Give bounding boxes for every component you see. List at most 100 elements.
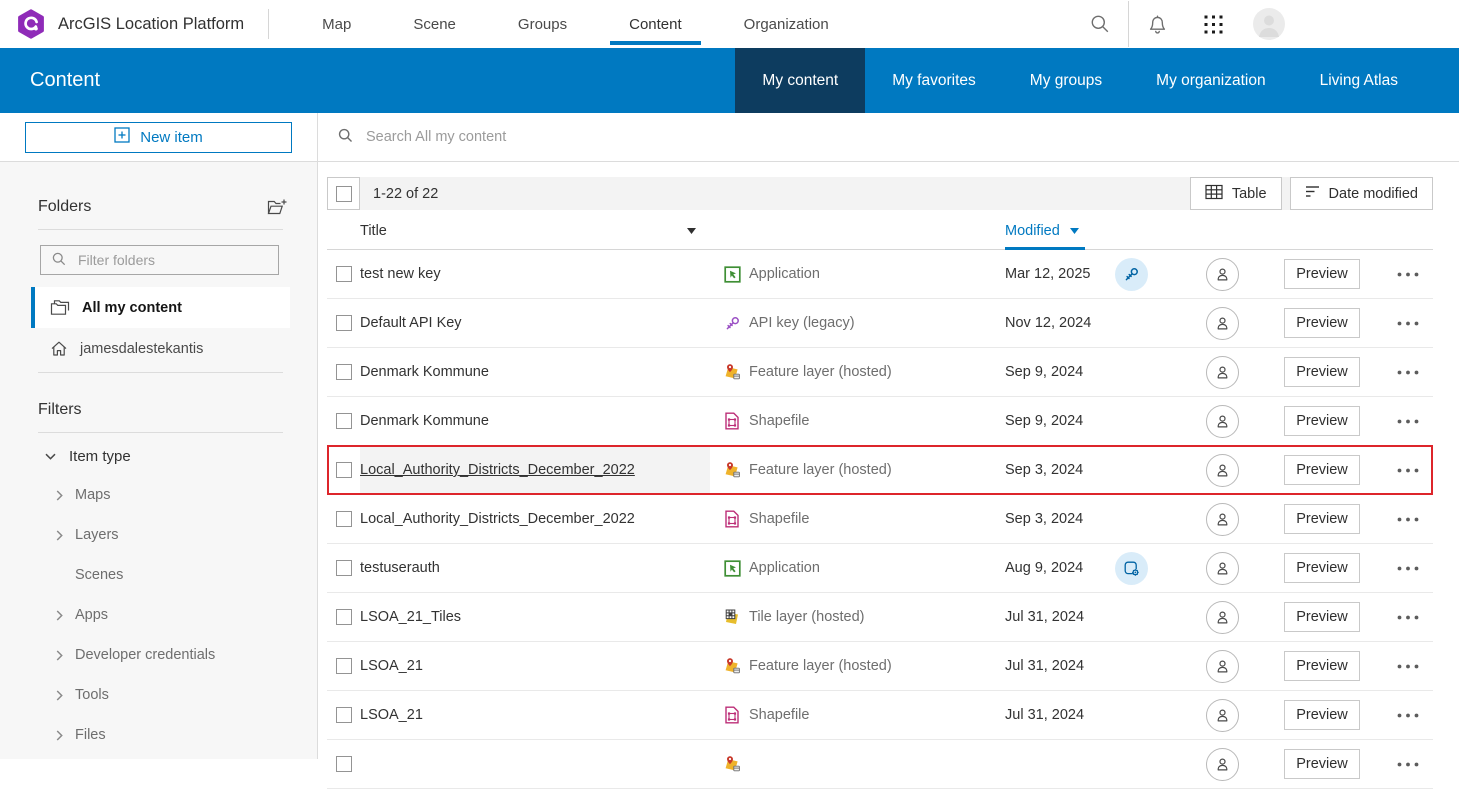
nav-item-groups[interactable]: Groups (499, 0, 586, 48)
nav-item-map[interactable]: Map (303, 0, 370, 48)
chevron-right-icon[interactable] (56, 690, 63, 701)
column-title[interactable]: Title (360, 223, 710, 239)
filter-maps[interactable]: Maps (0, 475, 317, 515)
chevron-right-icon[interactable] (56, 490, 63, 501)
table-row[interactable]: Default API Key API key (legacy) Nov 12,… (327, 299, 1433, 348)
chevron-right-icon[interactable] (56, 610, 63, 621)
select-all-checkbox[interactable] (327, 177, 360, 210)
owner-icon[interactable] (1206, 748, 1239, 781)
more-options-icon[interactable] (1382, 566, 1433, 571)
more-options-icon[interactable] (1382, 713, 1433, 718)
row-checkbox[interactable] (336, 658, 352, 674)
filter-files[interactable]: Files (0, 715, 317, 755)
folder-item-all-my-content[interactable]: All my content (31, 287, 290, 328)
item-title[interactable]: testuserauth (360, 544, 710, 592)
more-options-icon[interactable] (1382, 615, 1433, 620)
table-row[interactable]: Preview (327, 740, 1433, 789)
filter-developer-credentials[interactable]: Developer credentials (0, 635, 317, 675)
tab-my-content[interactable]: My content (735, 48, 865, 113)
more-options-icon[interactable] (1382, 762, 1433, 767)
row-checkbox[interactable] (336, 462, 352, 478)
owner-icon[interactable] (1206, 307, 1239, 340)
filter-item-type[interactable]: Item type (0, 437, 317, 475)
more-options-icon[interactable] (1382, 419, 1433, 424)
row-checkbox[interactable] (336, 511, 352, 527)
new-item-button[interactable]: New item (25, 122, 292, 153)
tab-living-atlas[interactable]: Living Atlas (1293, 48, 1425, 113)
new-folder-icon[interactable] (267, 198, 287, 216)
owner-icon[interactable] (1206, 552, 1239, 585)
preview-button[interactable]: Preview (1284, 553, 1360, 583)
owner-icon[interactable] (1206, 503, 1239, 536)
row-checkbox[interactable] (336, 315, 352, 331)
app-launcher-icon[interactable] (1185, 15, 1241, 34)
item-title[interactable]: LSOA_21_Tiles (360, 593, 710, 641)
table-row[interactable]: Local_Authority_Districts_December_2022 … (327, 446, 1433, 495)
folder-item-jamesdalestekantis[interactable]: jamesdalestekantis (31, 328, 290, 369)
row-checkbox[interactable] (336, 707, 352, 723)
preview-button[interactable]: Preview (1284, 308, 1360, 338)
content-search-input[interactable] (364, 128, 1459, 146)
row-checkbox[interactable] (336, 756, 352, 772)
row-checkbox[interactable] (336, 364, 352, 380)
owner-icon[interactable] (1206, 405, 1239, 438)
preview-button[interactable]: Preview (1284, 406, 1360, 436)
preview-button[interactable]: Preview (1284, 700, 1360, 730)
more-options-icon[interactable] (1382, 664, 1433, 669)
nav-item-organization[interactable]: Organization (725, 0, 848, 48)
notifications-bell-icon[interactable] (1129, 13, 1185, 36)
search-icon[interactable] (1072, 13, 1128, 35)
chevron-down-icon[interactable] (45, 453, 56, 460)
sort-button[interactable]: Date modified (1290, 177, 1433, 210)
filter-folders-input[interactable] (76, 251, 268, 269)
chevron-right-icon[interactable] (56, 650, 63, 661)
filter-scenes[interactable]: Scenes (0, 555, 317, 595)
item-title[interactable]: Local_Authority_Districts_December_2022 (360, 495, 710, 543)
tab-my-organization[interactable]: My organization (1129, 48, 1292, 113)
table-row[interactable]: LSOA_21_Tiles Tile layer (hosted) Jul 31… (327, 593, 1433, 642)
owner-icon[interactable] (1206, 650, 1239, 683)
owner-icon[interactable] (1206, 356, 1239, 389)
table-row[interactable]: Denmark Kommune Shapefile Sep 9, 2024 Pr… (327, 397, 1433, 446)
preview-button[interactable]: Preview (1284, 455, 1360, 485)
more-options-icon[interactable] (1382, 321, 1433, 326)
filter-layers[interactable]: Layers (0, 515, 317, 555)
table-row[interactable]: LSOA_21 Shapefile Jul 31, 2024 Preview (327, 691, 1433, 740)
item-title[interactable]: test new key (360, 250, 710, 298)
item-title[interactable]: LSOA_21 (360, 691, 710, 739)
more-options-icon[interactable] (1382, 272, 1433, 277)
chevron-right-icon[interactable] (56, 530, 63, 541)
table-view-button[interactable]: Table (1190, 177, 1282, 210)
preview-button[interactable]: Preview (1284, 651, 1360, 681)
more-options-icon[interactable] (1382, 370, 1433, 375)
table-row[interactable]: test new key Application Mar 12, 2025 Pr… (327, 250, 1433, 299)
filter-tools[interactable]: Tools (0, 675, 317, 715)
avatar[interactable] (1241, 8, 1297, 40)
filter-folders-field[interactable] (40, 245, 279, 275)
checkbox[interactable] (336, 186, 352, 202)
owner-icon[interactable] (1206, 699, 1239, 732)
owner-icon[interactable] (1206, 258, 1239, 291)
more-options-icon[interactable] (1382, 468, 1433, 473)
preview-button[interactable]: Preview (1284, 749, 1360, 779)
preview-button[interactable]: Preview (1284, 259, 1360, 289)
more-options-icon[interactable] (1382, 517, 1433, 522)
table-row[interactable]: Denmark Kommune Feature layer (hosted) S… (327, 348, 1433, 397)
preview-button[interactable]: Preview (1284, 504, 1360, 534)
table-row[interactable]: Local_Authority_Districts_December_2022 … (327, 495, 1433, 544)
tab-my-favorites[interactable]: My favorites (865, 48, 1003, 113)
owner-icon[interactable] (1206, 454, 1239, 487)
row-checkbox[interactable] (336, 413, 352, 429)
chevron-right-icon[interactable] (56, 730, 63, 741)
row-checkbox[interactable] (336, 266, 352, 282)
item-title[interactable]: Local_Authority_Districts_December_2022 (360, 446, 710, 494)
item-title[interactable] (360, 740, 710, 788)
preview-button[interactable]: Preview (1284, 602, 1360, 632)
row-checkbox[interactable] (336, 560, 352, 576)
row-checkbox[interactable] (336, 609, 352, 625)
item-title[interactable]: Denmark Kommune (360, 348, 710, 396)
item-title[interactable]: Default API Key (360, 299, 710, 347)
nav-item-scene[interactable]: Scene (394, 0, 475, 48)
owner-icon[interactable] (1206, 601, 1239, 634)
tab-my-groups[interactable]: My groups (1003, 48, 1129, 113)
